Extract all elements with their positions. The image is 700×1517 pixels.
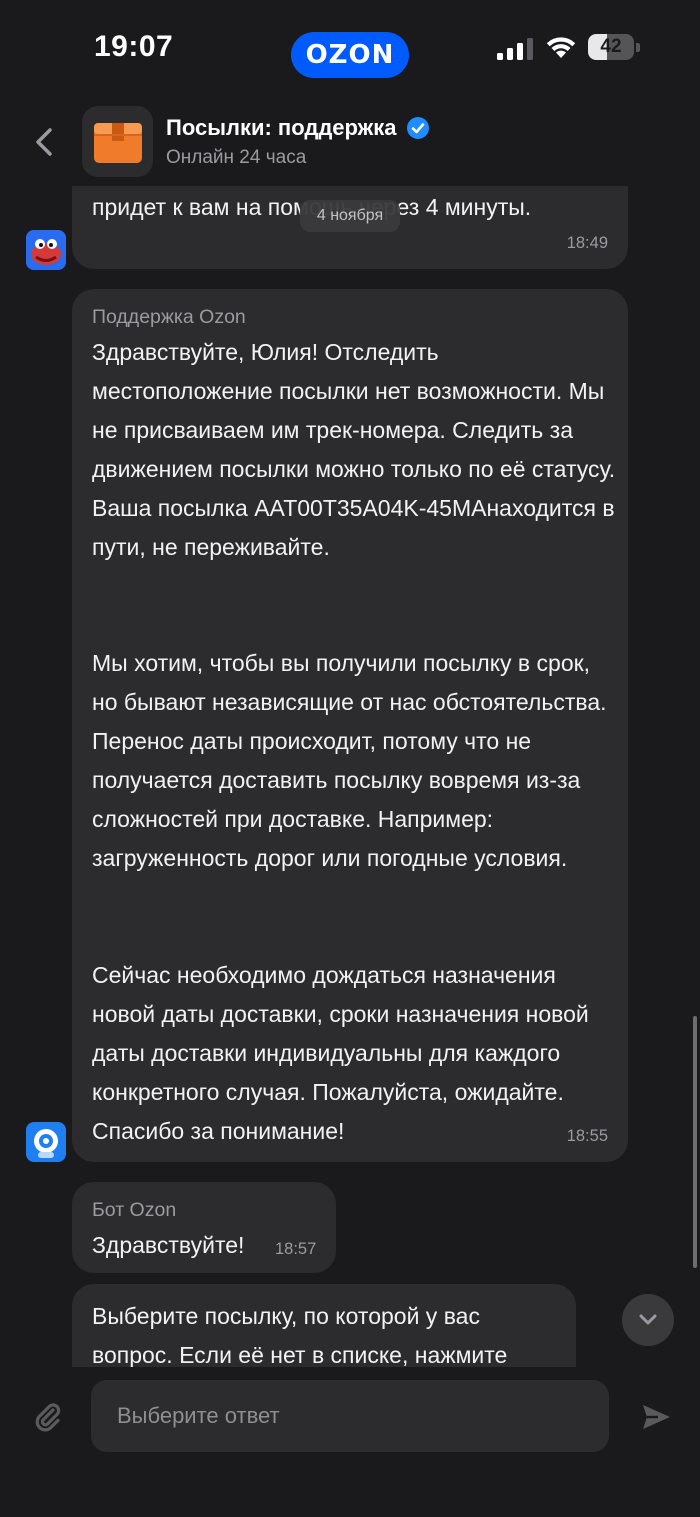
chat-status: Онлайн 24 часа: [166, 147, 307, 168]
chat-header: Посылки: поддержка Онлайн 24 часа: [0, 100, 700, 186]
parcel-box-icon: [93, 122, 142, 163]
support-bot-icon: [26, 1122, 66, 1162]
message-time: 18:49: [566, 234, 608, 252]
chevron-left-icon: [36, 128, 52, 156]
attach-button[interactable]: [28, 1397, 68, 1437]
cellular-signal-icon: [497, 38, 533, 60]
status-bar: 19:07 OZON 42: [0, 0, 700, 100]
message-bubble: Бот Ozon Здравствуйте! 18:57: [72, 1182, 336, 1273]
message-bubble: Выберите посылку, по которой у вас вопро…: [72, 1284, 576, 1367]
send-icon: [643, 1405, 670, 1429]
message-time: 18:57: [275, 1240, 317, 1258]
message-paragraph: Мы хотим, чтобы вы получили посылку в ср…: [92, 650, 613, 871]
monster-mascot-icon: [26, 230, 66, 270]
ozon-logo: OZON: [291, 32, 409, 78]
chevron-down-icon: [639, 1314, 657, 1325]
scrollbar-thumb[interactable]: [693, 1016, 697, 1268]
date-divider: 4 ноября: [300, 200, 400, 232]
status-time: 19:07: [94, 30, 174, 63]
reply-placeholder: Выберите ответ: [117, 1403, 280, 1428]
chat-title-text: Посылки: поддержка: [166, 115, 397, 140]
composer-bar: Выберите ответ: [0, 1367, 700, 1517]
message-text: Выберите посылку, по которой у вас вопро…: [92, 1303, 508, 1367]
message-text: Здравствуйте!: [92, 1232, 245, 1258]
chat-title[interactable]: Посылки: поддержка: [166, 115, 429, 141]
battery-level: 42: [600, 36, 622, 57]
message-paragraph: Сейчас необходимо дождаться назначения н…: [92, 962, 596, 1144]
message-sender: Поддержка Ozon: [92, 306, 246, 328]
battery-icon: 42: [588, 34, 640, 60]
chat-avatar[interactable]: [82, 106, 153, 177]
paperclip-icon: [35, 1403, 61, 1432]
reply-input[interactable]: Выберите ответ: [91, 1380, 609, 1452]
message-sender: Бот Ozon: [92, 1199, 177, 1221]
wifi-icon: [546, 37, 576, 58]
verified-badge-icon: [406, 117, 429, 139]
send-button[interactable]: [636, 1397, 676, 1437]
scroll-down-button[interactable]: [622, 1294, 674, 1346]
back-button[interactable]: [26, 124, 62, 160]
message-time: 18:55: [566, 1127, 608, 1145]
message-bubble: Поддержка Ozon Здравствуйте, Юлия! Отсле…: [72, 289, 628, 1162]
message-paragraph: Здравствуйте, Юлия! Отследить местополож…: [92, 339, 622, 560]
